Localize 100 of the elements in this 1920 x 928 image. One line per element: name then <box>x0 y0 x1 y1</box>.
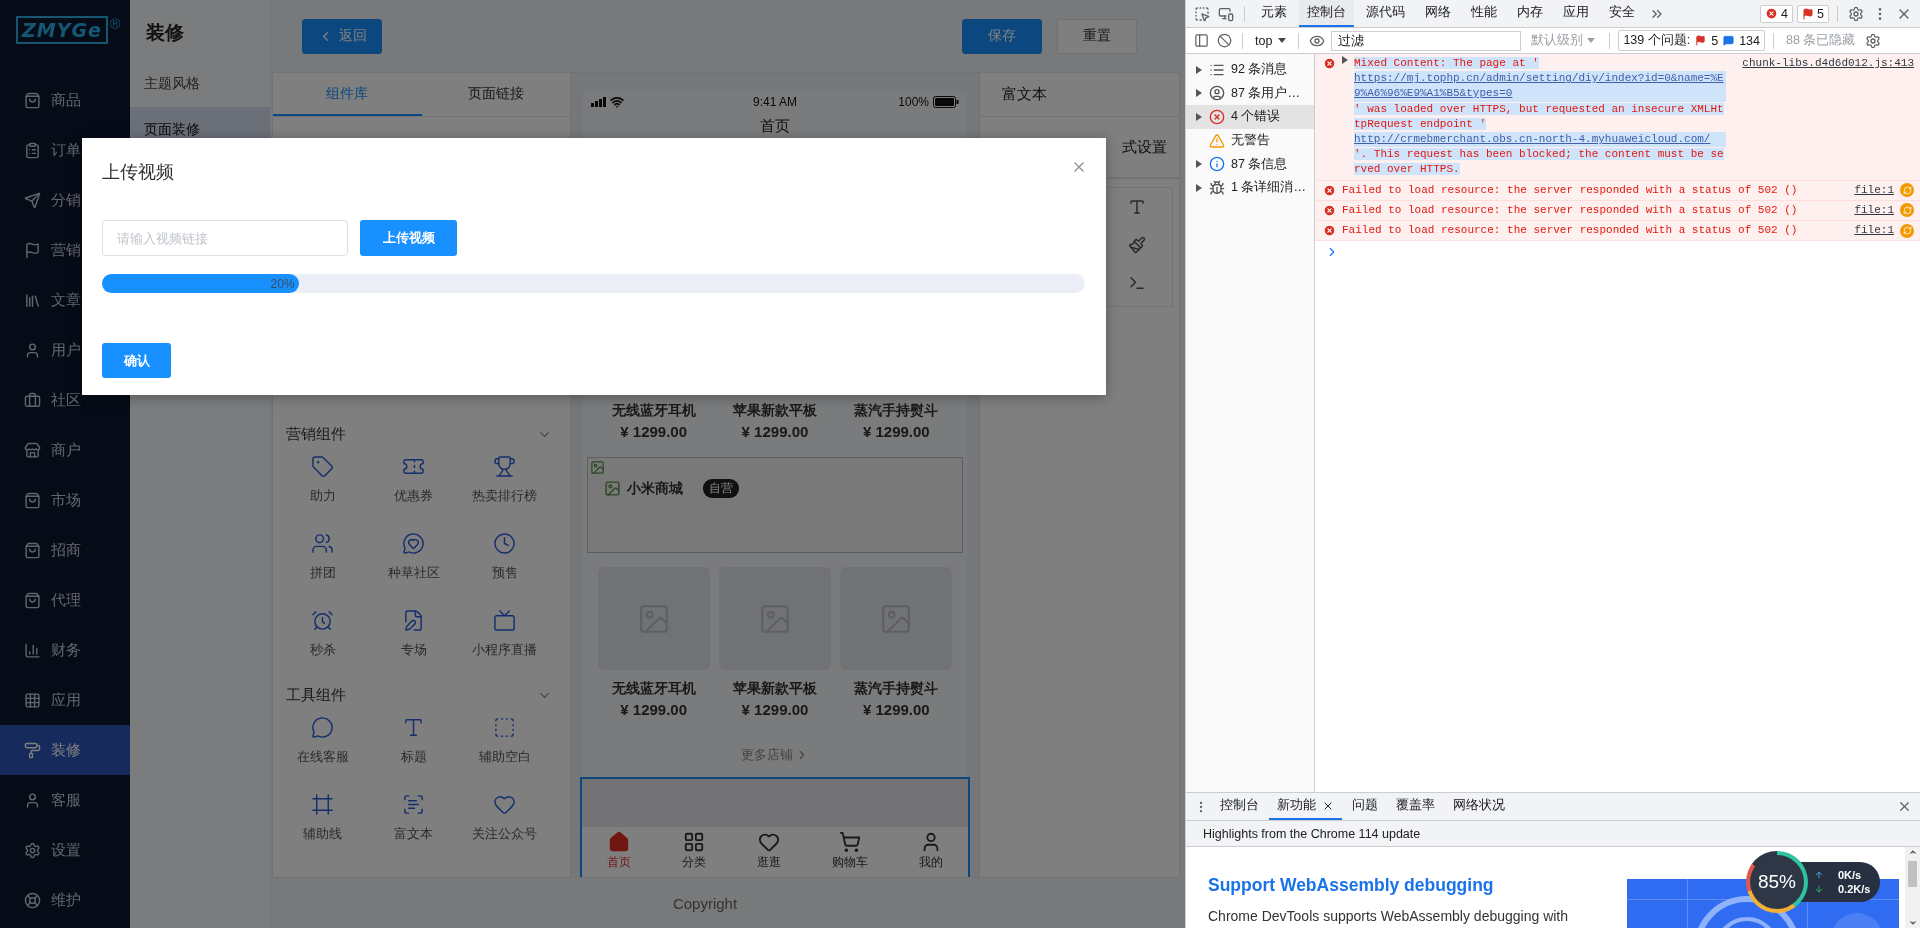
nav-item[interactable]: 装修 <box>0 725 130 775</box>
component-item[interactable]: 拼团 <box>277 526 368 603</box>
scroll-thumb[interactable] <box>1908 861 1917 887</box>
expand-arrow-icon[interactable] <box>1342 56 1348 64</box>
error-icon <box>1323 183 1336 197</box>
nav-item[interactable]: 代理 <box>0 575 130 625</box>
video-link-field[interactable]: 请输入视频链接 <box>102 220 348 256</box>
drawer-tab[interactable]: 问题 <box>1344 793 1386 820</box>
expand-arrow-icon[interactable] <box>1196 183 1202 192</box>
error-count-badge[interactable]: 4 <box>1760 4 1794 23</box>
scrollbar[interactable] <box>1905 847 1920 928</box>
nav-item[interactable]: 维护 <box>0 875 130 925</box>
nav-item[interactable]: 商品 <box>0 75 130 125</box>
error-icon <box>1323 57 1336 70</box>
nav-item[interactable]: 市场 <box>0 475 130 525</box>
component-item[interactable]: 标题 <box>368 710 459 787</box>
component-item[interactable]: 在线客服 <box>277 710 368 787</box>
save-button[interactable]: 保存 <box>962 18 1042 54</box>
devtools-tab[interactable]: 网络 <box>1417 0 1459 27</box>
dashed-square-icon <box>493 716 516 739</box>
filter-field[interactable]: 过滤 <box>1331 30 1522 51</box>
component-item[interactable]: 专场 <box>368 603 459 680</box>
devtools-tab[interactable]: 安全 <box>1601 0 1643 27</box>
scroll-down-icon[interactable] <box>1907 918 1918 928</box>
issues-button[interactable]: 139 个问题: 5 134 <box>1618 30 1765 51</box>
registered-mark: ® <box>109 16 121 32</box>
tab-bar-item[interactable]: 首页 <box>607 831 632 877</box>
message-filter-item[interactable]: 92 条消息 <box>1186 58 1314 82</box>
component-item[interactable]: 关注公众号 <box>459 787 550 864</box>
message-filter-item[interactable]: 87 条用户… <box>1186 81 1314 106</box>
nav-item[interactable]: 设置 <box>0 825 130 875</box>
message-filter-item[interactable]: 4 个错误 <box>1186 105 1314 129</box>
style-settings-tab[interactable]: 式设置 <box>1122 137 1167 157</box>
component-item[interactable]: 秒杀 <box>277 603 368 680</box>
devtools-tab[interactable]: 控制台 <box>1299 0 1354 27</box>
tab-bar-item[interactable]: 逛逛 <box>757 831 781 877</box>
nav-item[interactable]: 应用 <box>0 675 130 725</box>
drawer-tab[interactable]: 网络状况 <box>1445 793 1513 820</box>
nav-item[interactable]: 社区 <box>0 375 130 425</box>
nav-item[interactable]: 招商 <box>0 525 130 575</box>
component-item[interactable]: 预售 <box>459 526 550 603</box>
source-link[interactable]: file:1 <box>1854 182 1894 198</box>
grid-icon <box>683 831 706 853</box>
scroll-up-icon[interactable] <box>1907 847 1918 857</box>
nav-item[interactable]: 客服 <box>0 775 130 825</box>
source-link[interactable]: file:1 <box>1854 202 1894 219</box>
back-button[interactable]: 返回 <box>302 18 382 54</box>
component-item[interactable]: 热卖排行榜 <box>459 449 550 526</box>
component-item[interactable]: 助力 <box>277 449 368 526</box>
chat-bubble-icon <box>311 716 334 739</box>
panel-tab[interactable]: 组件库 <box>273 73 422 116</box>
component-item[interactable]: 种草社区 <box>368 526 459 603</box>
tool-button[interactable] <box>1128 198 1146 216</box>
component-item[interactable]: 辅助空白 <box>459 710 550 787</box>
tab-bar-item[interactable]: 购物车 <box>831 831 868 877</box>
tab-bar-item[interactable]: 分类 <box>682 831 707 877</box>
component-item[interactable]: 辅助线 <box>277 787 368 864</box>
clear-console-icon[interactable] <box>1215 31 1234 50</box>
scan-text-icon <box>402 793 425 816</box>
panel-tab[interactable]: 页面链接 <box>421 73 570 116</box>
message-filter-item[interactable]: 无警告 <box>1186 128 1314 153</box>
devtools-tab[interactable]: 源代码 <box>1358 0 1413 27</box>
expand-arrow-icon[interactable] <box>1196 113 1202 121</box>
terminal-icon <box>1128 274 1146 292</box>
sub-nav-item[interactable]: 主题风格 <box>130 61 270 107</box>
url-link[interactable]: https://mj.tophp.cn/admin/setting/diy/index?id=0&name=%E9%A6%96%E9%A1%B5&types=0 <box>1354 71 1727 102</box>
log-level-selector[interactable]: 默认级别 <box>1525 32 1602 49</box>
nav-item[interactable]: 财务 <box>0 625 130 675</box>
devtools-tab[interactable]: 性能 <box>1463 0 1505 27</box>
issue-count-badge[interactable]: 5 <box>1797 4 1829 23</box>
reset-button[interactable]: 重置 <box>1057 18 1137 54</box>
shopping-bag-icon <box>24 91 41 109</box>
upload-video-button[interactable]: 上传视频 <box>360 220 457 256</box>
nav-item[interactable]: 文章 <box>0 275 130 325</box>
expand-arrow-icon[interactable] <box>1196 65 1202 74</box>
expand-arrow-icon[interactable] <box>1196 160 1202 169</box>
message-filter-item[interactable]: 87 条信息 <box>1186 152 1314 176</box>
product-price: ¥ 1299.00 <box>620 700 687 720</box>
confirm-button[interactable]: 确认 <box>102 343 171 378</box>
nav-item[interactable]: 商户 <box>0 425 130 475</box>
source-link[interactable]: chunk-libs.d4d6d012.js:413 <box>1742 56 1914 72</box>
drawer-tab[interactable]: 覆盖率 <box>1388 793 1443 820</box>
drawer-tab[interactable]: 控制台 <box>1212 793 1267 820</box>
url-link[interactable]: http://crmebmerchant.obs.cn-north-4.myhuaweicloud.com/ <box>1354 132 1727 148</box>
product-price: ¥ 1299.00 <box>741 700 809 720</box>
devtools-tab[interactable]: 应用 <box>1555 0 1597 27</box>
tab-bar-item[interactable]: 我的 <box>918 831 943 877</box>
expand-arrow-icon[interactable] <box>1196 89 1202 98</box>
component-item[interactable]: 富文本 <box>368 787 459 864</box>
source-link[interactable]: file:1 <box>1854 223 1894 239</box>
devtools-tab[interactable]: 内存 <box>1509 0 1551 27</box>
context-selector[interactable]: top <box>1251 33 1291 48</box>
tool-button[interactable] <box>1128 274 1146 292</box>
component-item[interactable]: 优惠券 <box>368 449 459 526</box>
devtools-tab[interactable]: 元素 <box>1253 0 1295 27</box>
tool-button[interactable] <box>1128 236 1146 254</box>
component-item[interactable]: 小程序直播 <box>459 603 550 680</box>
sidebar-toggle-icon[interactable] <box>1192 31 1211 50</box>
tv-icon <box>493 609 516 632</box>
message-filter-item[interactable]: 1 条详细消… <box>1186 175 1314 200</box>
